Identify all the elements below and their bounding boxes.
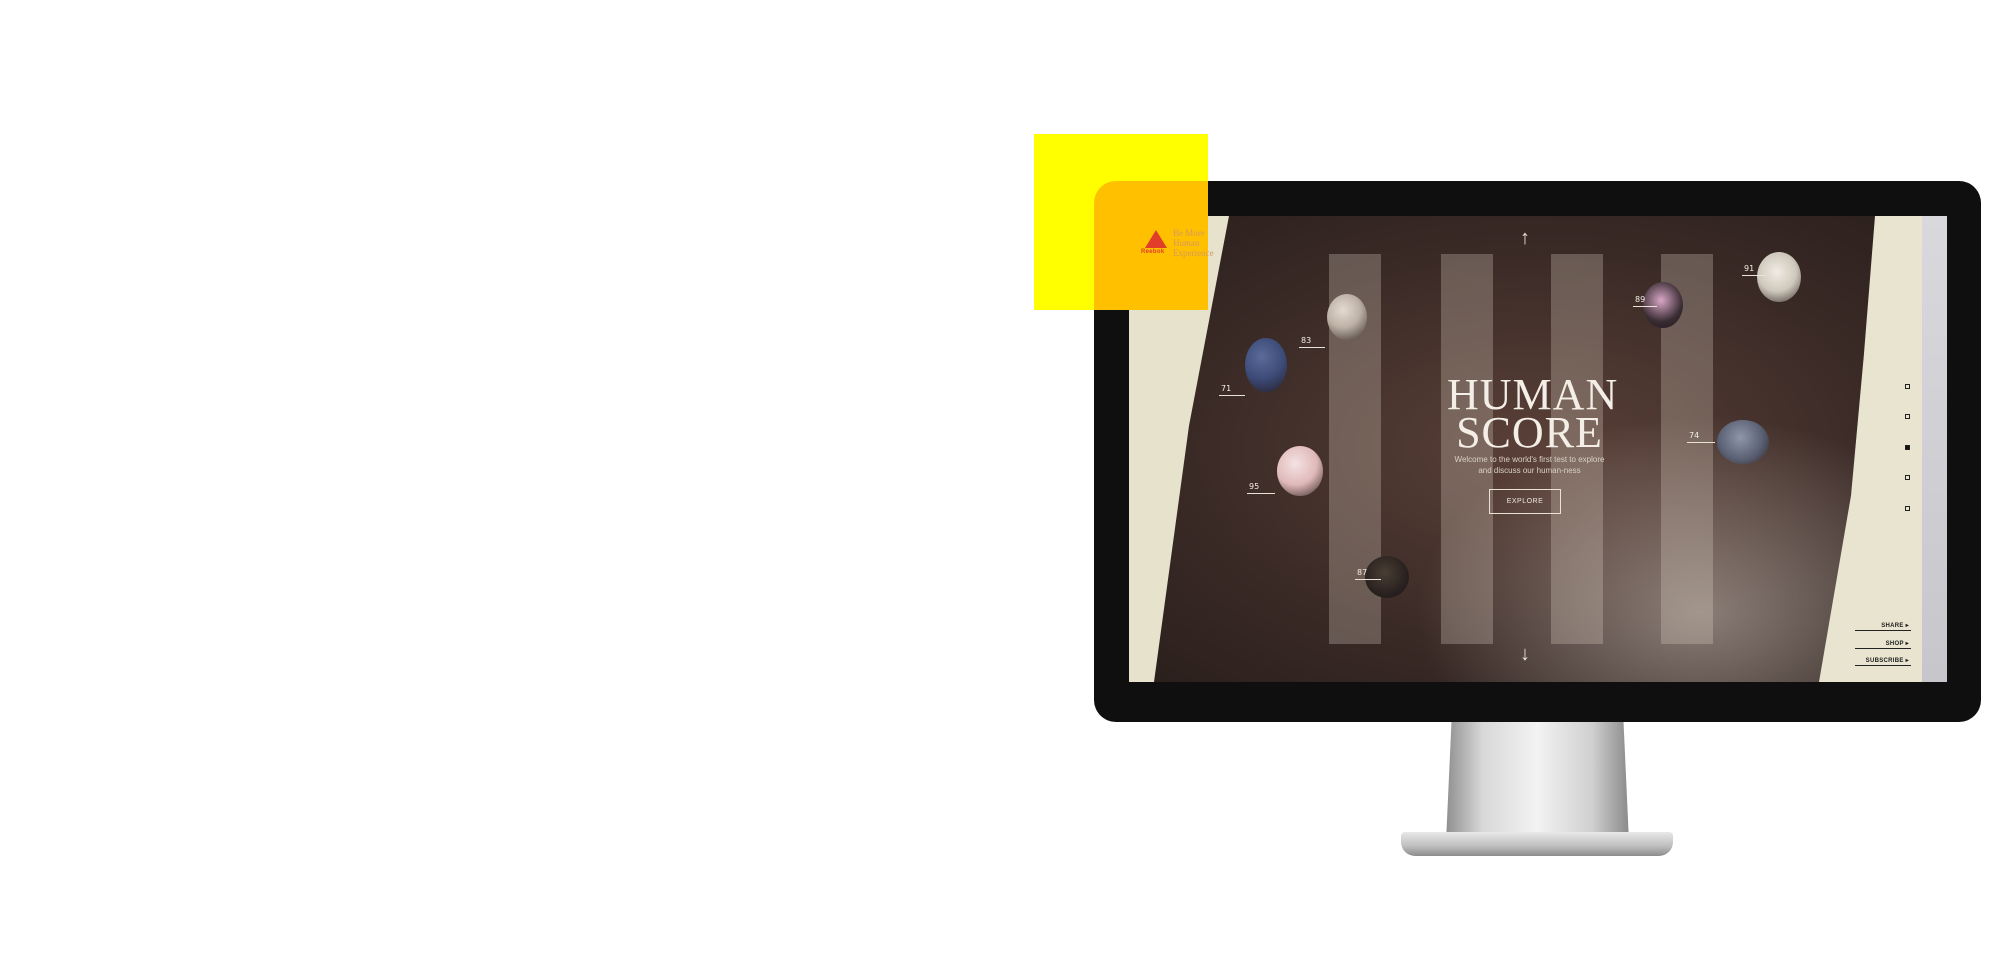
reebok-delta-icon xyxy=(1145,230,1167,248)
divider xyxy=(1855,648,1911,649)
score-label: 95 xyxy=(1249,482,1260,491)
person-figure[interactable] xyxy=(1365,556,1409,598)
subscribe-link[interactable]: SUBSCRIBE ▸ xyxy=(1866,657,1909,664)
subtitle-line: and discuss our human-ness xyxy=(1478,466,1581,475)
score-line xyxy=(1247,493,1275,494)
divider xyxy=(1855,630,1911,631)
person-figure[interactable] xyxy=(1327,294,1367,340)
logo-brand: Reebok xyxy=(1141,249,1165,255)
share-link[interactable]: SHARE ▸ xyxy=(1881,622,1909,629)
nav-dot[interactable] xyxy=(1905,475,1910,480)
monitor-stand xyxy=(1446,722,1629,842)
shop-link[interactable]: SHOP ▸ xyxy=(1886,640,1909,647)
arrow-up-icon[interactable]: ↑ xyxy=(1520,228,1530,248)
divider xyxy=(1855,665,1911,666)
score-line xyxy=(1687,442,1715,443)
score-label: 74 xyxy=(1689,431,1700,440)
score-label: 83 xyxy=(1301,336,1312,345)
reebok-logo-area[interactable]: Reebok Be More Human Experience xyxy=(1129,216,1213,310)
arrow-down-icon[interactable]: ↓ xyxy=(1520,644,1530,664)
logo-tagline: Be More Human Experience xyxy=(1173,228,1214,258)
person-figure[interactable] xyxy=(1277,446,1323,496)
page-title: HUMAN SCORE xyxy=(1447,373,1617,457)
score-label: 71 xyxy=(1221,384,1232,393)
score-label: 89 xyxy=(1635,295,1646,304)
person-figure[interactable] xyxy=(1717,420,1769,464)
monitor-screen: 83 71 95 87 89 91 74 ↑ HUMAN SCORE Welco… xyxy=(1129,216,1947,682)
explore-button[interactable]: EXPLORE xyxy=(1489,489,1561,514)
nav-dot[interactable] xyxy=(1905,384,1910,389)
score-line xyxy=(1355,579,1381,580)
score-line xyxy=(1742,275,1766,276)
score-line xyxy=(1299,347,1325,348)
page-subtitle: Welcome to the world's first test to exp… xyxy=(1447,454,1612,476)
monitor-stand-base xyxy=(1401,832,1673,856)
subtitle-line: Welcome to the world's first test to exp… xyxy=(1454,455,1605,464)
score-label: 87 xyxy=(1357,568,1368,577)
score-line xyxy=(1219,395,1245,396)
nav-dot-active[interactable] xyxy=(1905,445,1910,450)
person-figure[interactable] xyxy=(1245,338,1287,392)
score-line xyxy=(1633,306,1657,307)
person-figure[interactable] xyxy=(1757,252,1801,302)
person-figure[interactable] xyxy=(1643,282,1683,328)
title-line: SCORE xyxy=(1456,408,1603,457)
side-panel-strip xyxy=(1922,216,1947,682)
score-label: 91 xyxy=(1744,264,1755,273)
nav-dot[interactable] xyxy=(1905,414,1910,419)
nav-dot[interactable] xyxy=(1905,506,1910,511)
